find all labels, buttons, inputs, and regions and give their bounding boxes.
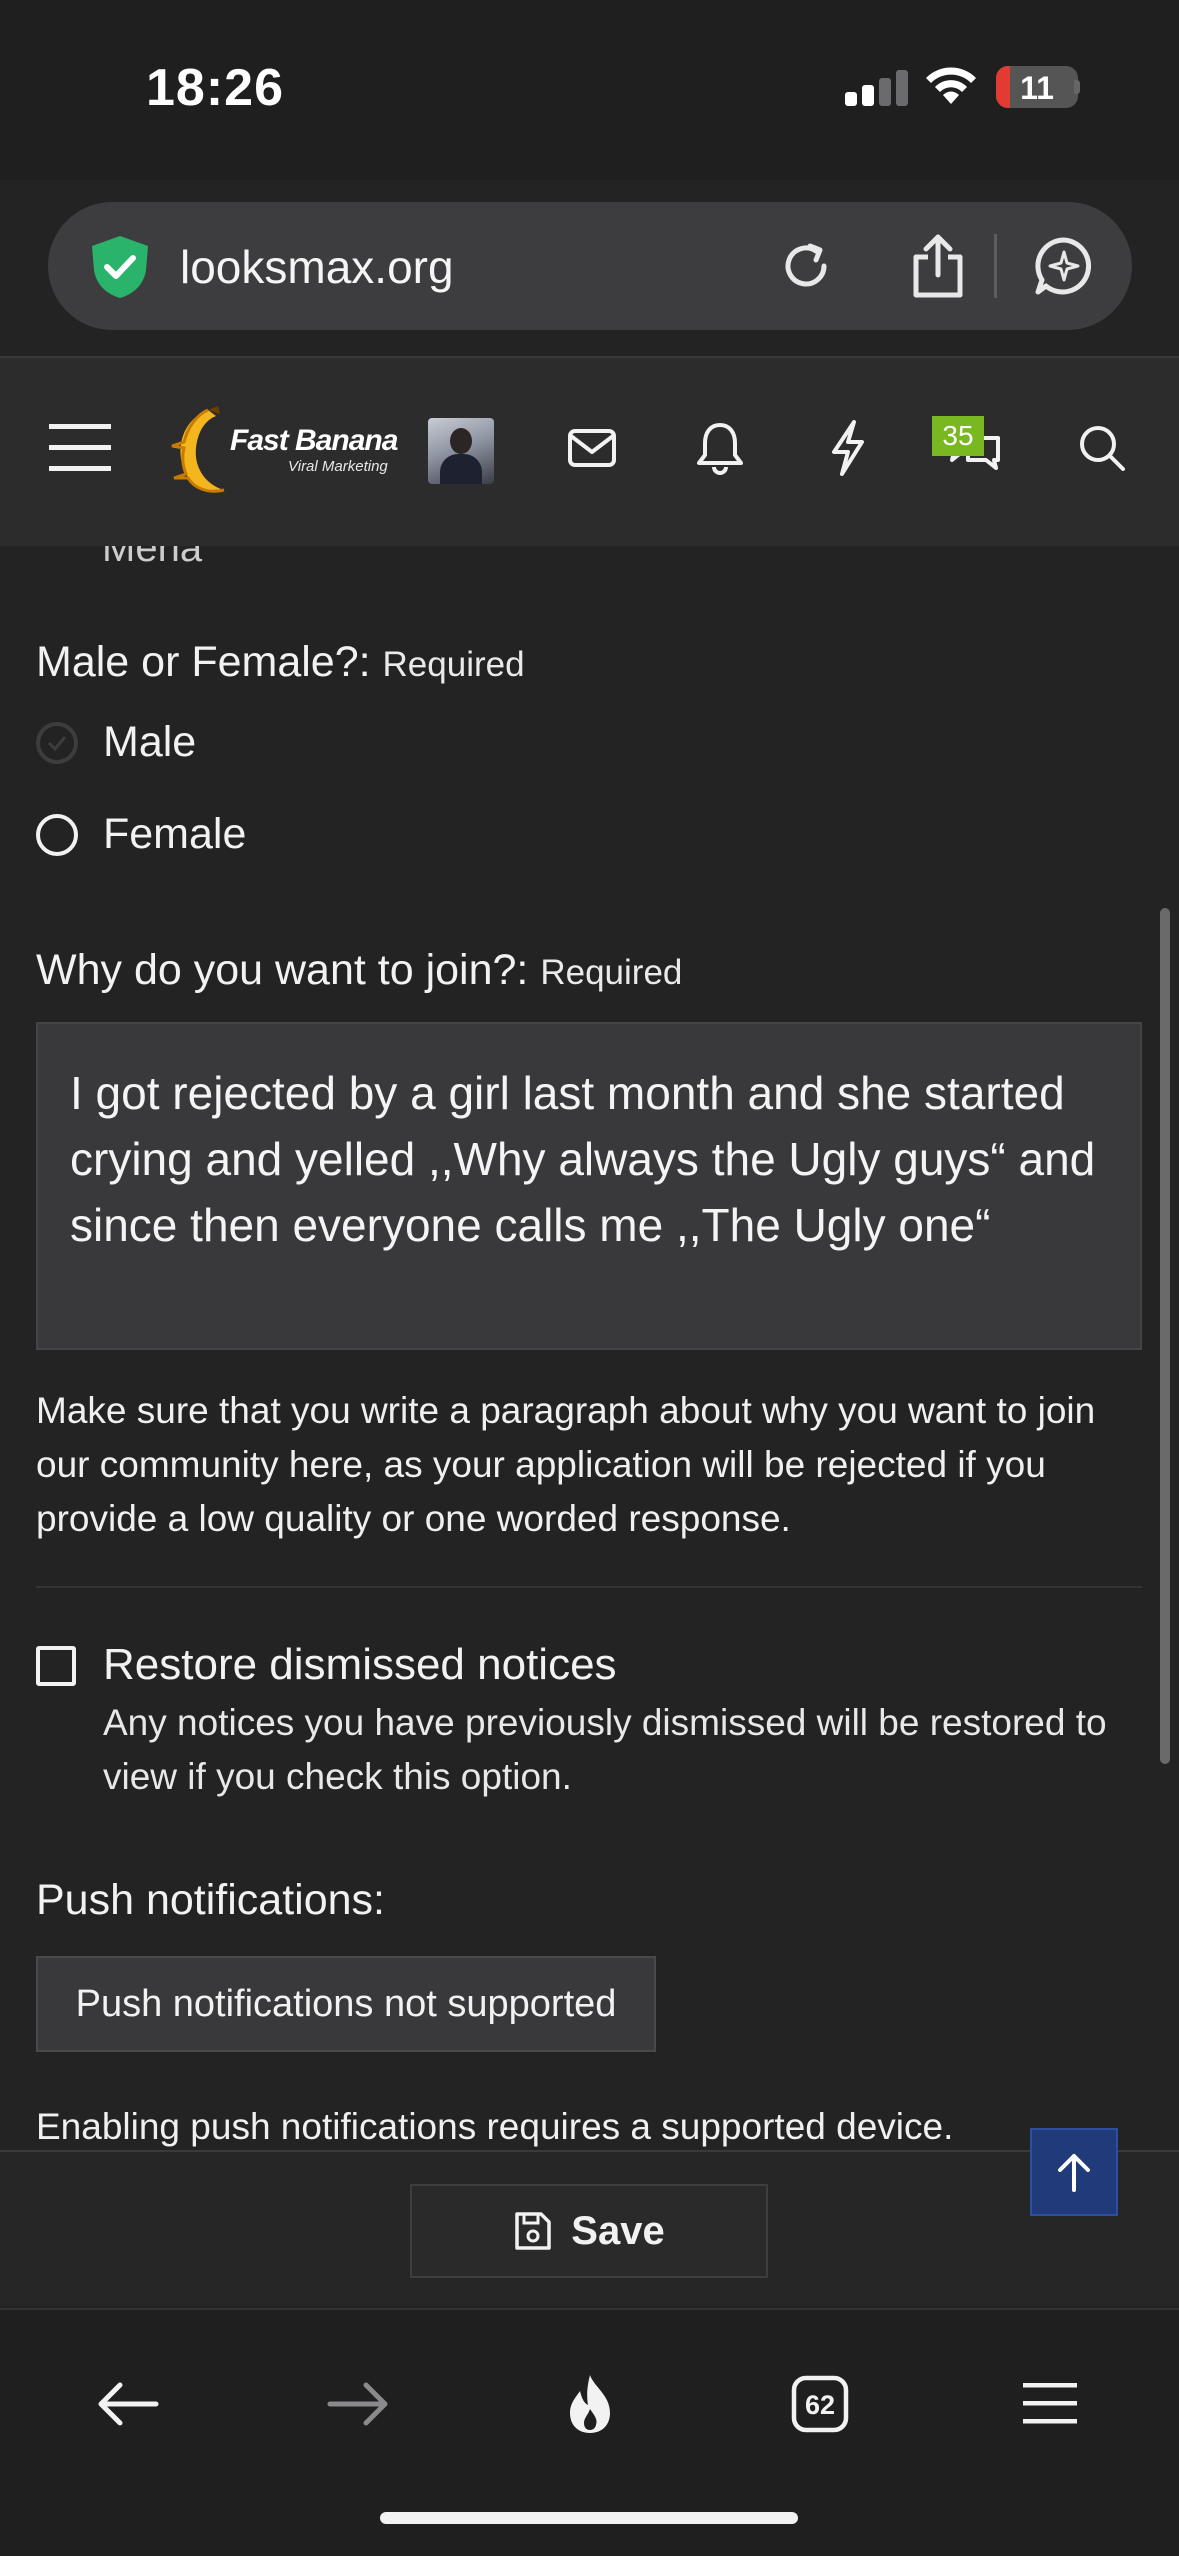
gender-label: Male or Female?: Required: [36, 638, 525, 687]
radio-male[interactable]: [36, 722, 78, 764]
conversations-badge[interactable]: 35: [932, 416, 984, 456]
push-notifications-button[interactable]: Push notifications not supported: [36, 1956, 656, 2052]
url-text[interactable]: looksmax.org: [180, 240, 454, 294]
scroll-to-top-button[interactable]: [1030, 2128, 1118, 2216]
section-divider: [36, 1586, 1142, 1588]
avatar[interactable]: [428, 418, 494, 484]
scrollbar-thumb[interactable]: [1160, 908, 1170, 1764]
banana-logo-icon: [171, 406, 225, 493]
floppy-icon: [515, 2212, 552, 2250]
battery-tip: [1074, 80, 1080, 94]
save-button[interactable]: Save: [410, 2184, 768, 2278]
search-icon[interactable]: [1054, 398, 1150, 498]
cut-off-option: Mena: [102, 546, 203, 570]
ai-assistant-icon[interactable]: [1028, 230, 1100, 302]
save-label: Save: [571, 2208, 665, 2253]
option-male-label[interactable]: Male: [103, 718, 196, 767]
restore-notices-checkbox[interactable]: [36, 1646, 76, 1686]
tabs-icon[interactable]: 62: [770, 2354, 870, 2454]
mail-icon[interactable]: [544, 398, 640, 498]
why-join-textarea[interactable]: I got rejected by a girl last month and …: [36, 1022, 1142, 1350]
status-bar: 18:26 11: [0, 0, 1179, 180]
tab-count: 62: [805, 2390, 835, 2420]
radio-female[interactable]: [36, 814, 78, 856]
url-bar[interactable]: looksmax.org: [48, 202, 1132, 330]
gender-label-text: Male or Female?:: [36, 638, 371, 686]
arrow-up-icon: [1058, 2154, 1090, 2192]
bell-icon[interactable]: [672, 398, 768, 498]
push-hint: Enabling push notifications requires a s…: [36, 2106, 954, 2147]
menu-icon[interactable]: [1000, 2354, 1100, 2454]
battery-icon: 11: [996, 66, 1078, 108]
back-icon[interactable]: [78, 2354, 178, 2454]
why-join-label-text: Why do you want to join?:: [36, 946, 529, 994]
share-icon[interactable]: [902, 230, 974, 302]
wifi-icon: [926, 67, 976, 104]
home-indicator[interactable]: [380, 2512, 798, 2524]
hamburger-icon[interactable]: [32, 398, 128, 498]
reload-icon[interactable]: [770, 230, 842, 302]
gender-required: Required: [382, 645, 525, 684]
status-time: 18:26: [146, 59, 284, 117]
site-logo[interactable]: Fast Banana Viral Marketing: [168, 406, 398, 496]
push-label: Push notifications:: [36, 1876, 385, 1924]
logo-title: Fast Banana: [230, 424, 398, 457]
forward-icon[interactable]: [308, 2354, 408, 2454]
lightning-icon[interactable]: [800, 398, 896, 498]
check-icon: [47, 736, 67, 752]
signal-icon: [845, 70, 909, 106]
flame-icon[interactable]: [540, 2354, 640, 2454]
why-join-required: Required: [540, 953, 683, 992]
why-join-hint: Make sure that you write a paragraph abo…: [36, 1390, 1096, 1539]
save-bar: Save: [0, 2150, 1179, 2306]
shield-icon: [92, 236, 148, 298]
url-divider: [994, 234, 997, 298]
restore-notices-hint: Any notices you have previously dismisse…: [103, 1702, 1107, 1797]
form-content: Mena Male or Female?: Required Male Fema…: [0, 546, 1179, 2150]
option-female-label[interactable]: Female: [103, 810, 246, 859]
restore-notices-label[interactable]: Restore dismissed notices: [103, 1640, 617, 1690]
logo-subtitle: Viral Marketing: [288, 458, 388, 475]
site-header: Fast Banana Viral Marketing 35: [0, 358, 1179, 546]
battery-level: 11: [1020, 70, 1054, 106]
why-join-label: Why do you want to join?: Required: [36, 946, 682, 995]
